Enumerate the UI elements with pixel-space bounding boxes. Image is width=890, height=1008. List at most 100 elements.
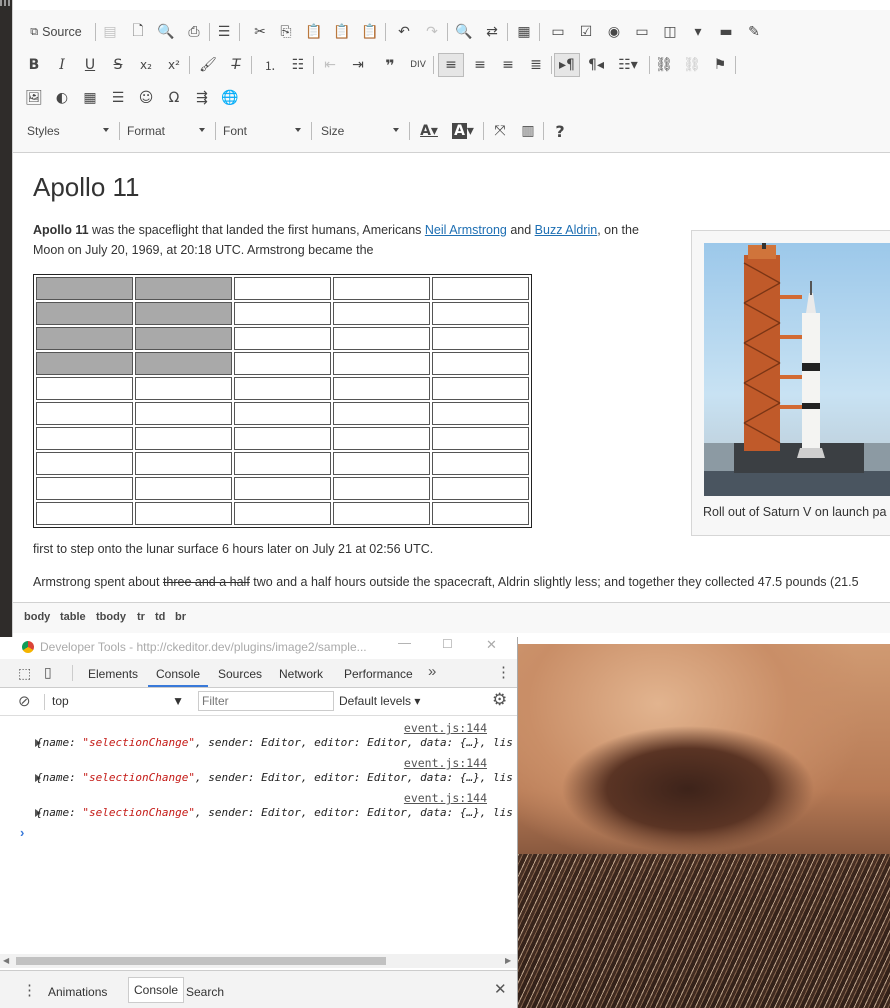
table-cell[interactable] [36, 402, 133, 425]
image-icon[interactable]: 🖼 [23, 86, 45, 110]
bold-icon[interactable]: B [23, 53, 45, 77]
templates-icon[interactable]: ☰ [213, 20, 235, 44]
cut-icon[interactable]: ✂ [249, 20, 271, 44]
drawer-tab-animations[interactable]: Animations [48, 985, 107, 999]
show-blocks-icon[interactable]: ▥ [517, 119, 539, 143]
table-cell[interactable] [333, 427, 430, 450]
scrollbar-thumb[interactable] [16, 957, 386, 965]
table-cell[interactable] [432, 452, 529, 475]
drawer-tab-console[interactable]: Console [128, 977, 185, 1003]
table-cell[interactable] [432, 352, 529, 375]
table-cell[interactable] [432, 327, 529, 350]
table-cell-selected[interactable] [135, 352, 232, 375]
tab-sources[interactable]: Sources [218, 667, 262, 681]
table-cell[interactable] [135, 402, 232, 425]
indent-icon[interactable]: ⇥ [347, 53, 369, 77]
justify-icon[interactable]: ≣ [525, 53, 547, 77]
help-icon[interactable]: ? [549, 119, 571, 143]
language-icon[interactable]: ☷▾ [613, 53, 643, 77]
table-cell[interactable] [234, 427, 331, 450]
table-cell[interactable] [432, 302, 529, 325]
table-cell[interactable] [36, 452, 133, 475]
table-cell[interactable] [333, 352, 430, 375]
close-window-icon[interactable]: ✕ [486, 637, 497, 653]
table-cell[interactable] [234, 327, 331, 350]
image-figure[interactable]: Roll out of Saturn V on launch pa [691, 230, 890, 536]
device-toolbar-icon[interactable]: ▯ [44, 664, 52, 681]
table-cell[interactable] [333, 402, 430, 425]
subscript-icon[interactable]: x₂ [135, 53, 157, 77]
path-item-td[interactable]: td [155, 611, 165, 623]
source-button[interactable]: ⧉ Source [23, 20, 89, 44]
table-cell[interactable] [135, 427, 232, 450]
table-cell[interactable] [234, 302, 331, 325]
flash-icon[interactable]: ◐ [51, 86, 73, 110]
table-cell[interactable] [135, 377, 232, 400]
horizontal-line-icon[interactable]: ☰ [107, 86, 129, 110]
table-cell[interactable] [333, 327, 430, 350]
table-cell-selected[interactable] [135, 327, 232, 350]
filter-input[interactable] [198, 691, 334, 711]
path-item-br[interactable]: br [175, 611, 186, 623]
table-cell[interactable] [333, 377, 430, 400]
context-selector[interactable]: top ▼ [52, 694, 188, 708]
rtl-icon[interactable]: ¶◂ [585, 53, 607, 77]
log-source-link[interactable]: event.js:144 [404, 721, 487, 735]
settings-gear-icon[interactable]: ⚙ [492, 690, 507, 710]
table-cell[interactable] [36, 377, 133, 400]
table-cell[interactable] [234, 277, 331, 300]
inspect-icon[interactable]: ⬚ [18, 665, 31, 682]
special-char-icon[interactable]: Ω [163, 86, 185, 110]
select-all-icon[interactable]: ▦ [513, 20, 535, 44]
drawer-menu-icon[interactable]: ⋮ [22, 981, 37, 999]
checkbox-icon[interactable]: ☑ [575, 20, 597, 44]
paste-icon[interactable]: 📋 [303, 20, 325, 44]
table-cell[interactable] [432, 427, 529, 450]
table-cell[interactable] [36, 427, 133, 450]
table-cell-selected[interactable] [135, 277, 232, 300]
page-break-icon[interactable]: ⇶ [191, 86, 213, 110]
save-icon[interactable]: ▤ [99, 20, 121, 44]
div-container-icon[interactable]: DIV [407, 53, 429, 77]
paragraph-3[interactable]: Armstrong spent about three and a half t… [33, 572, 890, 592]
paragraph-1[interactable]: Apollo 11 was the spaceflight that lande… [33, 220, 673, 260]
table-cell[interactable] [234, 377, 331, 400]
table-cell[interactable] [333, 502, 430, 525]
format-combo[interactable]: Format [127, 119, 207, 143]
paragraph-2[interactable]: first to step onto the lunar surface 6 h… [33, 539, 873, 559]
clear-console-icon[interactable]: ⊘ [18, 692, 31, 710]
content-table[interactable] [33, 274, 532, 528]
bulleted-list-icon[interactable]: ☷ [287, 53, 309, 77]
table-cell-selected[interactable] [36, 327, 133, 350]
styles-combo[interactable]: Styles [27, 119, 111, 143]
image-caption[interactable]: Roll out of Saturn V on launch pa [703, 505, 886, 519]
italic-icon[interactable]: I [51, 53, 73, 77]
blockquote-icon[interactable]: ❞ [379, 53, 401, 77]
path-item-tr[interactable]: tr [137, 611, 145, 623]
console-prompt-icon[interactable]: › [20, 825, 24, 840]
size-combo[interactable]: Size [321, 119, 401, 143]
close-drawer-icon[interactable]: ✕ [494, 980, 507, 998]
table-cell[interactable] [36, 477, 133, 500]
textarea-icon[interactable]: ◫ [659, 20, 681, 44]
new-page-icon[interactable]: 🗋 [127, 20, 149, 44]
numbered-list-icon[interactable]: ⒈ [259, 53, 281, 77]
table-cell[interactable] [234, 452, 331, 475]
table-cell[interactable] [36, 502, 133, 525]
table-cell[interactable] [432, 502, 529, 525]
find-icon[interactable]: 🔍 [453, 20, 475, 44]
text-color-icon[interactable]: A▾ [415, 119, 443, 143]
tab-elements[interactable]: Elements [88, 667, 138, 681]
kebab-menu-icon[interactable]: ⋮ [496, 663, 511, 681]
superscript-icon[interactable]: x² [163, 53, 185, 77]
log-source-link[interactable]: event.js:144 [404, 791, 487, 805]
outdent-icon[interactable]: ⇤ [319, 53, 341, 77]
select-field-icon[interactable]: ▾ [687, 20, 709, 44]
log-message[interactable]: {name: "selectionChange", sender: Editor… [36, 736, 513, 749]
copy-icon[interactable]: ⎘ [275, 20, 297, 44]
hidden-field-icon[interactable]: ✎ [743, 20, 765, 44]
scroll-right-icon[interactable]: ▶ [505, 956, 511, 965]
path-item-body[interactable]: body [24, 611, 50, 623]
maximize-window-icon[interactable]: ☐ [442, 637, 453, 651]
horizontal-scrollbar[interactable]: ◀ ▶ [0, 954, 517, 968]
